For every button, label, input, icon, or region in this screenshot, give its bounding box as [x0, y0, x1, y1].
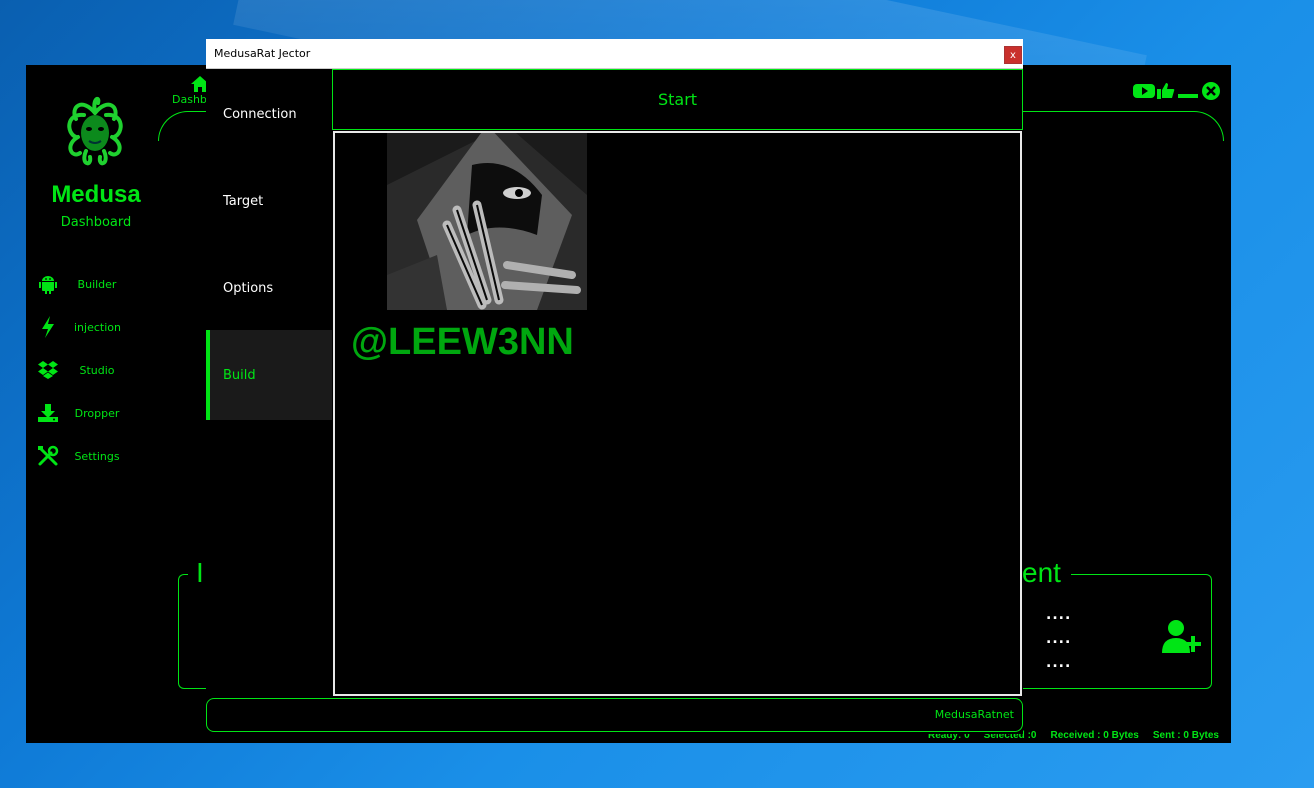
window-controls	[1133, 81, 1221, 101]
dropbox-icon	[36, 358, 60, 382]
start-button[interactable]: Start	[332, 69, 1023, 130]
status-sent: Sent : 0 Bytes	[1152, 730, 1219, 741]
sidebar-item-settings[interactable]: Settings	[36, 443, 176, 469]
brand-title: Medusa	[51, 181, 141, 208]
thumbs-up-icon[interactable]	[1157, 82, 1175, 100]
dots-placeholder: ....	[1046, 607, 1072, 623]
output-panel: @LEEW3NN	[333, 131, 1022, 696]
dots-placeholder: ....	[1046, 655, 1072, 671]
dots-placeholder: ....	[1046, 631, 1072, 647]
tab-connection[interactable]: Connection	[206, 69, 332, 159]
sidebar-item-injection[interactable]: injection	[36, 314, 176, 340]
sidebar-item-builder[interactable]: Builder	[36, 271, 176, 297]
sidebar-item-label: Studio	[79, 363, 115, 377]
close-circle-icon[interactable]	[1201, 81, 1221, 101]
close-button[interactable]: x	[1004, 46, 1022, 64]
status-received: Received : 0 Bytes	[1050, 730, 1139, 741]
anime-avatar-image	[387, 133, 587, 310]
tab-target[interactable]: Target	[206, 156, 332, 246]
frame-corner-right	[1014, 111, 1224, 141]
watermark-text: @LEEW3NN	[351, 321, 574, 363]
tab-options[interactable]: Options	[206, 243, 332, 333]
tools-icon	[36, 444, 60, 468]
add-user-icon[interactable]	[1162, 619, 1206, 655]
brand-subtitle: Dashboard	[60, 215, 132, 230]
minimize-icon[interactable]	[1177, 82, 1199, 100]
jector-footer: MedusaRatnet	[206, 698, 1023, 732]
download-icon	[36, 401, 60, 425]
sidebar-item-label: Settings	[74, 449, 120, 463]
home-tab-label: Dashb	[172, 93, 207, 106]
footer-link[interactable]: MedusaRatnet	[935, 708, 1014, 721]
jector-title: MedusaRat Jector	[214, 47, 311, 60]
sidebar-item-dropper[interactable]: Dropper	[36, 400, 176, 426]
jector-dialog: MedusaRat Jector x Connection Target Opt…	[206, 39, 1023, 734]
sidebar-item-label: injection	[74, 320, 121, 334]
sidebar-item-studio[interactable]: Studio	[36, 357, 176, 383]
tab-build[interactable]: Build	[206, 330, 332, 420]
youtube-icon[interactable]	[1133, 83, 1155, 99]
jector-titlebar[interactable]: MedusaRat Jector x	[206, 39, 1023, 69]
sidebar-item-label: Dropper	[74, 406, 120, 420]
sidebar-item-label: Builder	[77, 277, 117, 291]
medusa-logo-icon	[67, 96, 123, 166]
android-icon	[36, 272, 60, 296]
bolt-icon	[36, 315, 60, 339]
